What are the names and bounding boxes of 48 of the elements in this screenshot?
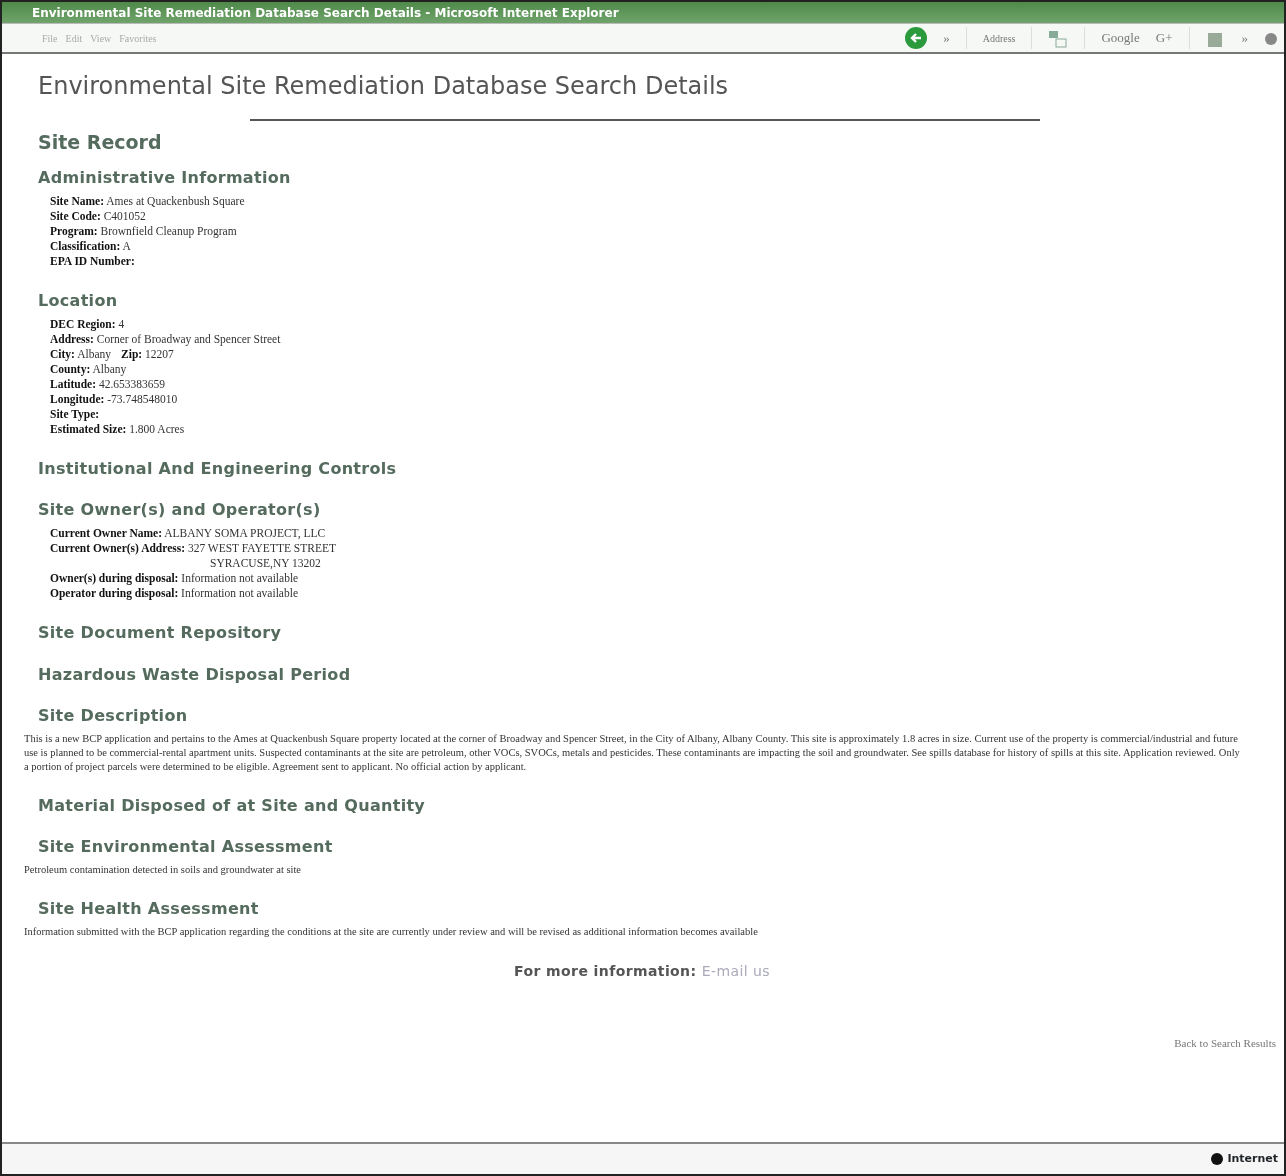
section-heading: Site Description — [38, 705, 189, 725]
window-title: Environmental Site Remediation Database Search Details - Microsoft Internet Explorer — [32, 6, 619, 20]
contact-text: For more information: E-mail us — [513, 962, 771, 982]
field-line: Site Code: C401052 — [49, 208, 147, 224]
field-line: Owner(s) during disposal: Information not available — [49, 571, 300, 587]
field-line: Current Owner Name: ALBANY SOMA PROJECT, LLC — [49, 526, 327, 542]
menu-item[interactable]: File — [42, 30, 58, 46]
field-line: SYRACUSE,NY 13202 — [209, 556, 322, 572]
page-title: Environmental Site Remediation Database Search Details — [38, 72, 730, 101]
menu-item[interactable]: Favorites — [119, 30, 157, 46]
field-line: Latitude: 42.653383659 — [49, 376, 166, 392]
section-heading: Location — [38, 290, 119, 310]
field-line: Estimated Size: 1.800 Acres — [49, 421, 186, 437]
field-line: County: Albany — [49, 361, 128, 377]
description-text: This is a new BCP application and pertains to the Ames at Quackenbush Square property located at the corner of Broadway and Spencer Street, in the City of Albany, Albany County. This site is approximately 1.8 acres in size. Current use of the property is commercial/industrial and future use is planned to be commercial-rental apartment units. Suspected contaminants at the site are petroleum, other VOCs, SVOCs, metals and pesticides. These contaminants are impacting the soil and groundwater. See spills database for history of spills at this site. Application reviewed. Only a portion of project parcels were determined to be eligible. Agreement sent to applicant. No official action by applicant. — [24, 731, 1241, 774]
field-line: Site Type: — [49, 406, 101, 422]
section-heading: Site Record — [38, 130, 163, 154]
status-zone: Internet — [1227, 1150, 1278, 1167]
menu-item[interactable]: Edit — [65, 30, 83, 46]
section-heading: Site Document Repository — [38, 623, 283, 643]
field-line: Address: Corner of Broadway and Spencer Street — [49, 331, 282, 347]
section-heading: Administrative Information — [38, 167, 292, 187]
section-heading: Hazardous Waste Disposal Period — [38, 664, 352, 684]
section-heading: Site Environmental Assessment — [38, 837, 334, 857]
back-link[interactable]: Back to Search Results — [1174, 1037, 1276, 1050]
search-button[interactable]: G+ — [1155, 28, 1173, 48]
search-label: Google — [1101, 29, 1140, 48]
email-link[interactable]: E-mail us — [701, 963, 770, 980]
field-line: Operator during disposal: Information not available — [49, 586, 299, 602]
section-heading: Institutional And Engineering Controls — [38, 458, 398, 479]
field-line: EPA ID Number: — [49, 253, 136, 269]
section-heading: Material Disposed of at Site and Quantity — [38, 795, 427, 816]
section-heading: Site Owner(s) and Operator(s) — [38, 500, 322, 520]
field-line: City: Albany Zip: 12207 — [49, 346, 175, 362]
field-line: Site Name: Ames at Quackenbush Square — [49, 193, 246, 209]
chevron-icon[interactable]: » — [1241, 28, 1248, 48]
address-label: Address — [982, 31, 1016, 46]
field-line: Longitude: -73.748548010 — [49, 391, 179, 407]
field-line: Program: Brownfield Cleanup Program — [49, 223, 238, 239]
field-line: Current Owner(s) Address: 327 WEST FAYETTE STREET — [49, 541, 337, 557]
description-text: Information submitted with the BCP application regarding the conditions at the site are currently under review and will be revised as additional information becomes available — [24, 925, 759, 940]
section-heading: Site Health Assessment — [38, 899, 260, 919]
chevron-icon[interactable]: » — [943, 28, 950, 48]
menu-item[interactable]: View — [90, 30, 112, 46]
back-icon[interactable] — [905, 27, 928, 49]
field-line: Classification: A — [49, 238, 132, 254]
description-text: Petroleum contamination detected in soils and groundwater at site — [24, 863, 302, 878]
field-line: DEC Region: 4 — [49, 316, 126, 332]
